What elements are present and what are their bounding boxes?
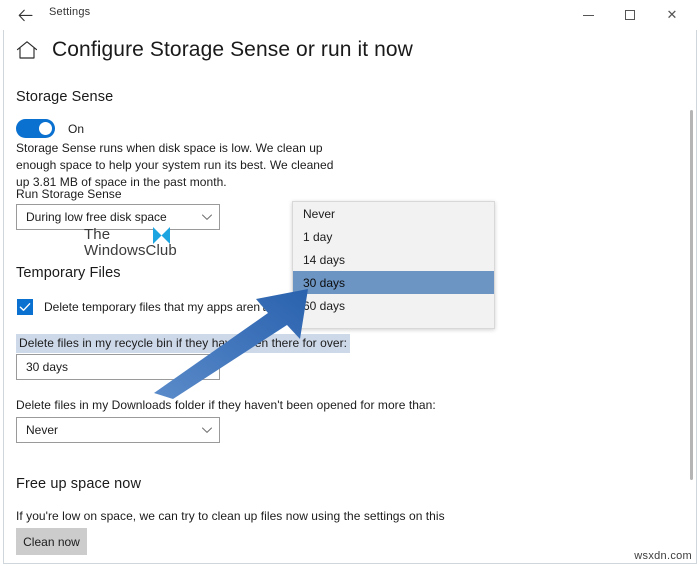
corner-watermark: wsxdn.com [634, 550, 692, 562]
title-bar: Settings ✕ [3, 0, 697, 30]
page-header: Configure Storage Sense or run it now [16, 38, 413, 62]
dropdown-item-1-day[interactable]: 1 day [293, 225, 494, 248]
vertical-scrollbar[interactable] [687, 32, 696, 560]
storage-sense-toggle-row[interactable]: On [16, 119, 84, 138]
downloads-folder-value: Never [26, 423, 201, 437]
delete-temp-files-row[interactable]: Delete temporary files that my apps aren… [17, 299, 298, 315]
home-icon-glyph [16, 39, 38, 61]
home-icon[interactable] [16, 39, 38, 61]
dropdown-item-30-days[interactable]: 30 days [293, 271, 494, 294]
settings-window: Settings ✕ Configure Storage Sense or ru… [0, 0, 700, 566]
close-button[interactable]: ✕ [651, 1, 693, 29]
dropdown-item-60-days[interactable]: 60 days [293, 294, 494, 317]
storage-sense-toggle[interactable] [16, 119, 55, 138]
free-up-space-heading: Free up space now [16, 476, 141, 492]
checkmark-icon [17, 299, 33, 315]
dropdown-items-list: Every day Never 1 day 14 days 30 days 60… [293, 201, 494, 317]
recycle-bin-combobox[interactable]: 30 days [16, 354, 220, 380]
recycle-bin-value: 30 days [26, 360, 201, 374]
temporary-files-heading: Temporary Files [16, 265, 121, 281]
scrollbar-thumb[interactable] [690, 110, 693, 480]
window-controls: ✕ [567, 0, 693, 30]
back-arrow-icon[interactable] [12, 3, 38, 27]
chevron-down-icon [201, 424, 213, 436]
toggle-state-label: On [68, 122, 84, 136]
storage-sense-description: Storage Sense runs when disk space is lo… [16, 140, 342, 191]
clean-now-button[interactable]: Clean now [16, 528, 87, 555]
toggle-knob [39, 122, 52, 135]
storage-sense-dropdown-popup[interactable]: Every day Never 1 day 14 days 30 days 60… [292, 201, 495, 329]
minimize-button[interactable] [567, 1, 609, 29]
storage-sense-heading: Storage Sense [16, 89, 113, 105]
maximize-button[interactable] [609, 1, 651, 29]
page-title: Configure Storage Sense or run it now [52, 38, 413, 62]
chevron-down-icon [201, 361, 213, 373]
dropdown-item-14-days[interactable]: 14 days [293, 248, 494, 271]
downloads-folder-label: Delete files in my Downloads folder if t… [16, 398, 436, 412]
window-title: Settings [49, 6, 90, 18]
run-storage-sense-combobox[interactable]: During low free disk space [16, 204, 220, 230]
run-storage-sense-value: During low free disk space [26, 210, 201, 224]
delete-temp-files-label: Delete temporary files that my apps aren… [44, 300, 298, 314]
recycle-bin-label: Delete files in my recycle bin if they h… [16, 334, 350, 353]
downloads-folder-combobox[interactable]: Never [16, 417, 220, 443]
delete-temp-files-checkbox[interactable] [17, 299, 33, 315]
run-storage-sense-label: Run Storage Sense [16, 187, 122, 201]
back-arrow-glyph [18, 9, 33, 22]
chevron-down-icon [201, 211, 213, 223]
dropdown-item-never[interactable]: Never [293, 202, 494, 225]
